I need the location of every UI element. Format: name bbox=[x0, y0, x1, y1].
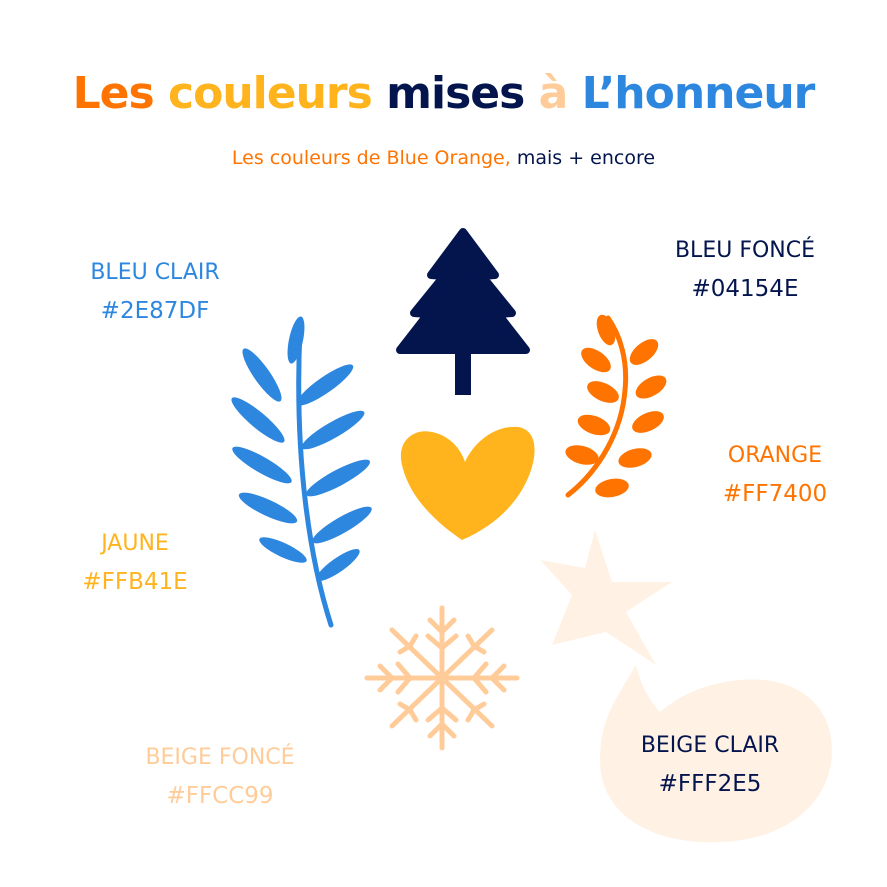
swatch-code: #FFB41E bbox=[82, 569, 188, 595]
swatch-name: JAUNE bbox=[101, 531, 169, 556]
swatch-bleu-clair: BLEU CLAIR #2E87DF bbox=[75, 254, 235, 330]
swatch-name: ORANGE bbox=[727, 443, 823, 468]
swatch-jaune: JAUNE #FFB41E bbox=[60, 525, 210, 601]
swatch-name: BLEU CLAIR bbox=[90, 260, 220, 285]
pine-tree-icon bbox=[396, 228, 530, 395]
swatch-bleu-fonce: BLEU FONCÉ #04154E bbox=[660, 232, 830, 308]
swatch-code: #FFF2E5 bbox=[658, 771, 762, 797]
swatch-name: BEIGE CLAIR bbox=[640, 733, 780, 758]
star-icon bbox=[540, 530, 672, 665]
swatch-code: #FF7400 bbox=[722, 481, 828, 507]
snowflake-icon bbox=[364, 605, 520, 751]
swatch-code: #FFCC99 bbox=[166, 783, 274, 809]
heart-icon bbox=[400, 426, 535, 540]
swatch-code: #2E87DF bbox=[100, 298, 210, 324]
orange-branch-icon bbox=[565, 314, 667, 498]
swatch-name: BEIGE FONCÉ bbox=[145, 745, 295, 770]
swatch-orange: ORANGE #FF7400 bbox=[700, 437, 850, 513]
fern-leaf-icon bbox=[231, 316, 372, 628]
swatch-beige-clair: BEIGE CLAIR #FFF2E5 bbox=[625, 727, 795, 803]
swatch-code: #04154E bbox=[691, 276, 799, 302]
swatch-name: BLEU FONCÉ bbox=[674, 238, 816, 263]
swatch-beige-fonce: BEIGE FONCÉ #FFCC99 bbox=[130, 739, 310, 815]
